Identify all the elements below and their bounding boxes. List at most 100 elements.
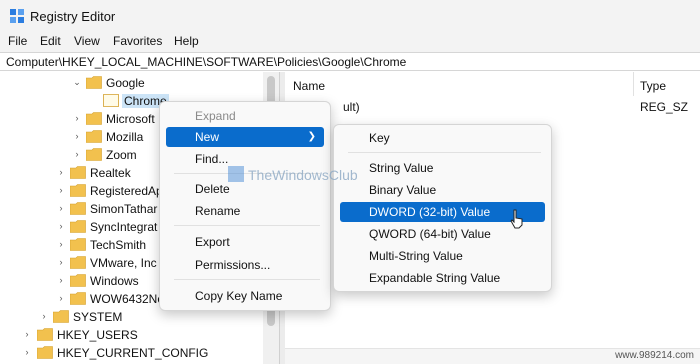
submenu-item-string-value[interactable]: String Value — [340, 158, 545, 178]
menu-item-copy-key-name[interactable]: Copy Key Name — [166, 286, 324, 306]
tree-item-label: SimonTathar — [90, 202, 158, 216]
credit-text: www.989214.com — [615, 350, 694, 361]
new-submenu: Key String Value Binary Value DWORD (32-… — [333, 124, 552, 292]
value-row-type[interactable]: REG_SZ — [640, 100, 688, 114]
tree-item-label: Windows — [90, 274, 139, 288]
tree-item-label: WOW6432No — [90, 292, 165, 306]
chevron-right-icon[interactable]: › — [56, 221, 66, 231]
menu-item-label: Key — [369, 131, 390, 145]
menu-favorites[interactable]: Favorites — [113, 34, 162, 48]
chevron-right-icon[interactable]: › — [72, 131, 82, 141]
menu-separator — [348, 152, 541, 153]
menu-item-new[interactable]: New ❯ — [166, 127, 324, 147]
menu-item-find[interactable]: Find... — [166, 149, 324, 169]
chevron-right-icon[interactable]: › — [22, 347, 32, 357]
menu-item-expand[interactable]: Expand — [166, 106, 324, 126]
chevron-right-icon[interactable]: › — [22, 329, 32, 339]
menu-item-label: Multi-String Value — [369, 249, 463, 263]
tree-item-label: Microsoft — [106, 112, 155, 126]
chevron-right-icon[interactable]: › — [56, 257, 66, 267]
submenu-item-key[interactable]: Key — [340, 128, 545, 148]
tree-item-label: Mozilla — [106, 130, 144, 144]
menu-item-export[interactable]: Export — [166, 232, 324, 252]
tree-item-label: Zoom — [106, 148, 137, 162]
chevron-right-icon[interactable]: › — [56, 185, 66, 195]
chevron-right-icon[interactable]: › — [56, 275, 66, 285]
submenu-item-expandable-string-value[interactable]: Expandable String Value — [340, 268, 545, 288]
context-menu: Expand New ❯ Find... Delete Rename Expor… — [159, 101, 331, 311]
folder-icon — [53, 310, 69, 323]
submenu-item-binary-value[interactable]: Binary Value — [340, 180, 545, 200]
menu-item-label: Find... — [195, 152, 229, 166]
folder-icon — [70, 238, 86, 251]
folder-icon — [86, 76, 102, 89]
folder-icon — [70, 202, 86, 215]
tree-item-label: HKEY_CURRENT_CONFIG — [57, 346, 209, 360]
menu-item-label: Export — [195, 235, 230, 249]
mouse-cursor-icon — [510, 209, 523, 229]
tree-item-hkey-current-config[interactable]: › HKEY_CURRENT_CONFIG — [0, 344, 263, 362]
menu-item-label: Copy Key Name — [195, 289, 283, 303]
title-bar: Registry Editor — [0, 0, 700, 32]
folder-icon — [70, 166, 86, 179]
menu-item-label: String Value — [369, 161, 434, 175]
column-divider[interactable] — [633, 72, 634, 96]
menu-view[interactable]: View — [74, 34, 100, 48]
chevron-right-icon[interactable]: › — [56, 239, 66, 249]
submenu-item-multi-string-value[interactable]: Multi-String Value — [340, 246, 545, 266]
folder-icon — [70, 220, 86, 233]
menu-item-label: Binary Value — [369, 183, 437, 197]
menu-item-label: DWORD (32-bit) Value — [369, 205, 491, 219]
menu-item-label: Rename — [195, 204, 241, 218]
folder-icon — [70, 292, 86, 305]
chevron-right-icon[interactable]: › — [56, 293, 66, 303]
value-row-name[interactable]: ult) — [343, 100, 360, 114]
tree-item-label: RegisteredAp — [90, 184, 163, 198]
folder-icon — [37, 346, 53, 359]
folder-icon — [86, 148, 102, 161]
folder-icon — [70, 184, 86, 197]
menu-separator — [174, 173, 320, 174]
tree-item-label: Realtek — [90, 166, 131, 180]
menu-item-delete[interactable]: Delete — [166, 179, 324, 199]
folder-icon — [86, 130, 102, 143]
chevron-right-icon[interactable]: › — [72, 113, 82, 123]
menu-item-label: Delete — [195, 182, 230, 196]
menu-separator — [174, 279, 320, 280]
folder-icon — [70, 256, 86, 269]
tree-item-label: VMware, Inc — [90, 256, 157, 270]
tree-item-label: SyncIntegrat — [90, 220, 158, 234]
chevron-right-icon[interactable]: › — [56, 203, 66, 213]
chevron-right-icon[interactable]: › — [56, 167, 66, 177]
column-header-type[interactable]: Type — [640, 79, 666, 93]
menu-help[interactable]: Help — [174, 34, 199, 48]
tree-item-label: TechSmith — [90, 238, 147, 252]
chevron-right-icon[interactable]: › — [72, 149, 82, 159]
chevron-down-icon[interactable]: ⌄ — [72, 77, 82, 87]
menu-item-rename[interactable]: Rename — [166, 201, 324, 221]
folder-icon — [37, 328, 53, 341]
registry-app-icon — [10, 9, 24, 23]
address-bar[interactable]: Computer\HKEY_LOCAL_MACHINE\SOFTWARE\Pol… — [0, 52, 700, 71]
column-header-name[interactable]: Name — [293, 79, 325, 93]
menu-item-permissions[interactable]: Permissions... — [166, 255, 324, 275]
tree-item-google[interactable]: ⌄ Google — [0, 74, 263, 92]
menu-item-label: New — [195, 130, 220, 144]
folder-icon — [70, 274, 86, 287]
tree-item-label: SYSTEM — [73, 310, 123, 324]
folder-icon — [103, 94, 119, 107]
address-path: Computer\HKEY_LOCAL_MACHINE\SOFTWARE\Pol… — [6, 55, 407, 69]
folder-icon — [86, 112, 102, 125]
menu-edit[interactable]: Edit — [40, 34, 61, 48]
menu-separator — [174, 225, 320, 226]
menu-bar: File Edit View Favorites Help — [0, 32, 700, 52]
menu-item-label: Expandable String Value — [369, 271, 501, 285]
tree-item-label: Google — [106, 76, 145, 90]
tree-item-label: HKEY_USERS — [57, 328, 138, 342]
menu-file[interactable]: File — [8, 34, 27, 48]
menu-item-label: QWORD (64-bit) Value — [369, 227, 491, 241]
window-title: Registry Editor — [30, 9, 116, 24]
menu-item-label: Permissions... — [195, 258, 271, 272]
chevron-right-icon[interactable]: › — [39, 311, 49, 321]
tree-item-hkey-users[interactable]: › HKEY_USERS — [0, 326, 263, 344]
